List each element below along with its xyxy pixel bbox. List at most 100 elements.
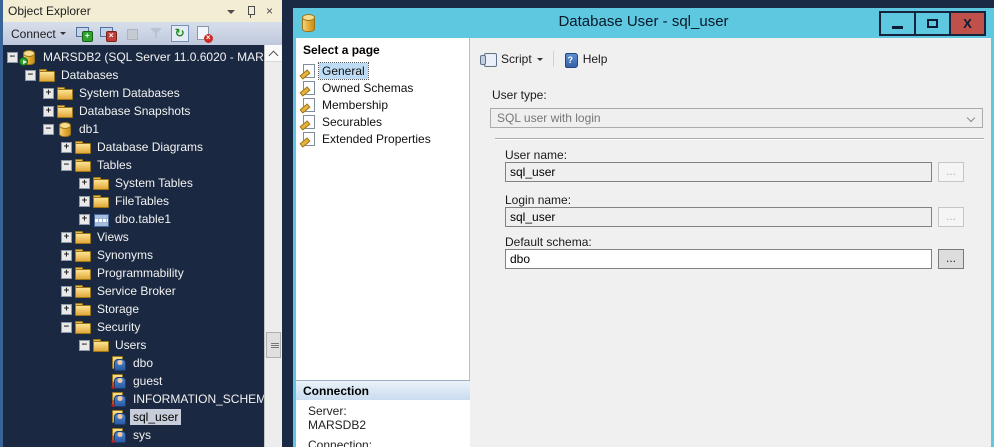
server-icon (21, 49, 37, 65)
page-item-extended-properties[interactable]: Extended Properties (296, 130, 469, 147)
tree-item-label: Tables (94, 157, 135, 173)
page-item-membership[interactable]: Membership (296, 96, 469, 113)
folder-icon (75, 301, 91, 317)
tree-item[interactable]: +Service Broker (3, 282, 264, 300)
plus-expander-icon[interactable]: + (61, 286, 72, 297)
plus-expander-icon[interactable]: + (79, 196, 90, 207)
help-button[interactable]: Help (583, 52, 608, 66)
tree-item[interactable]: −Security (3, 318, 264, 336)
plus-expander-icon[interactable]: + (79, 178, 90, 189)
toolbar-divider (553, 51, 554, 67)
tree-item[interactable]: +System Databases (3, 84, 264, 102)
tree-item-label: Database Snapshots (76, 103, 193, 119)
minus-expander-icon[interactable]: − (61, 322, 72, 333)
page-item-general[interactable]: General (296, 62, 469, 79)
plus-expander-icon[interactable]: + (79, 214, 90, 225)
plus-expander-icon[interactable]: + (61, 142, 72, 153)
folder-icon (39, 67, 55, 83)
folder-icon (75, 283, 91, 299)
object-explorer-titlebar-icons: × (224, 4, 277, 19)
tree-item-label: INFORMATION_SCHEMA (130, 391, 264, 407)
tree-item[interactable]: +Database Diagrams (3, 138, 264, 156)
scrollbar-thumb[interactable] (266, 332, 281, 358)
page-icon (301, 81, 315, 95)
login-name-browse-button[interactable]: ... (938, 207, 964, 227)
plus-expander-icon[interactable]: + (61, 250, 72, 261)
window-position-chevron-icon[interactable] (224, 4, 239, 19)
dialog-content: Select a page GeneralOwned SchemasMember… (296, 38, 991, 447)
close-icon[interactable]: × (262, 4, 277, 19)
server-label: Server: (308, 404, 470, 418)
tree-item[interactable]: +Programmability (3, 264, 264, 282)
form-separator (495, 138, 984, 140)
user-type-value: SQL user with login (497, 111, 601, 125)
login-name-field[interactable] (505, 207, 932, 227)
script-error-icon[interactable] (195, 25, 213, 42)
tree-item[interactable]: +Synonyms (3, 246, 264, 264)
script-chevron-down-icon[interactable] (537, 58, 543, 61)
folder-icon (75, 265, 91, 281)
tree-item[interactable]: +sql_user (3, 408, 264, 426)
refresh-icon[interactable] (171, 25, 189, 42)
table-icon (93, 211, 109, 227)
page-icon (301, 98, 315, 112)
scroll-up-arrow-icon[interactable] (265, 45, 282, 62)
tree-scrollbar[interactable] (264, 45, 282, 447)
user-type-combobox[interactable]: SQL user with login (490, 108, 983, 128)
page-item-owned-schemas[interactable]: Owned Schemas (296, 79, 469, 96)
tree-item[interactable]: +↓INFORMATION_SCHEMA (3, 390, 264, 408)
minus-expander-icon[interactable]: − (79, 340, 90, 351)
help-icon (564, 52, 578, 67)
minus-expander-icon[interactable]: − (25, 70, 36, 81)
tree-item[interactable]: − Tables (3, 156, 264, 174)
script-button[interactable]: Script (501, 52, 532, 66)
tree-item[interactable]: +Views (3, 228, 264, 246)
connect-button[interactable]: Connect (9, 26, 68, 42)
filter-icon[interactable] (147, 25, 165, 42)
minus-expander-icon[interactable]: − (43, 124, 54, 135)
tree-item[interactable]: +dbo.table1 (3, 210, 264, 228)
page-item-securables[interactable]: Securables (296, 113, 469, 130)
close-button[interactable]: X (949, 11, 986, 36)
tree-item[interactable]: +FileTables (3, 192, 264, 210)
connect-server-icon[interactable] (75, 25, 93, 42)
red-down-badge-icon: ↓ (109, 400, 117, 408)
minimize-icon (892, 26, 903, 29)
tree-item[interactable]: +Storage (3, 300, 264, 318)
default-schema-field[interactable] (505, 249, 932, 269)
tree-item[interactable]: −MARSDB2 (SQL Server 11.0.6020 - MARSD (3, 48, 264, 66)
stop-icon[interactable] (123, 25, 141, 42)
dialog-titlebar[interactable]: Database User - sql_user X (293, 8, 994, 38)
plus-expander-icon[interactable]: + (61, 304, 72, 315)
dialog-main: Script Help User type: SQL user with log… (471, 38, 991, 447)
user-name-field[interactable] (505, 162, 932, 182)
object-explorer-titlebar[interactable]: Object Explorer × (3, 0, 282, 22)
page-item-label: General (319, 63, 368, 79)
plus-expander-icon[interactable]: + (43, 88, 54, 99)
auto-hide-pin-icon[interactable] (243, 4, 258, 19)
tree-item[interactable]: −db1 (3, 120, 264, 138)
plus-expander-icon[interactable]: + (61, 268, 72, 279)
minus-expander-icon[interactable]: − (61, 160, 72, 171)
object-explorer-tree-rows: −MARSDB2 (SQL Server 11.0.6020 - MARSD−D… (3, 48, 264, 444)
server-value: MARSDB2 (308, 418, 470, 432)
tree-item[interactable]: +↓guest (3, 372, 264, 390)
tree-item[interactable]: +↓sys (3, 426, 264, 444)
user-name-label: User name: (505, 148, 567, 162)
plus-expander-icon[interactable]: + (43, 106, 54, 117)
maximize-button[interactable] (914, 11, 951, 36)
minimize-button[interactable] (879, 11, 916, 36)
tree-item[interactable]: +System Tables (3, 174, 264, 192)
chevron-down-icon (60, 32, 66, 35)
user-icon (111, 355, 127, 371)
tree-item[interactable]: −Users (3, 336, 264, 354)
tree-item[interactable]: + Database Snapshots (3, 102, 264, 120)
default-schema-browse-button[interactable]: ... (938, 249, 964, 269)
tree-item[interactable]: +dbo (3, 354, 264, 372)
plus-expander-icon[interactable]: + (61, 232, 72, 243)
tree-item[interactable]: −Databases (3, 66, 264, 84)
user-name-browse-button[interactable]: ... (938, 162, 964, 182)
disconnect-server-icon[interactable] (99, 25, 117, 42)
minus-expander-icon[interactable]: − (7, 52, 18, 63)
select-a-page-items: GeneralOwned SchemasMembershipSecurables… (296, 62, 469, 147)
